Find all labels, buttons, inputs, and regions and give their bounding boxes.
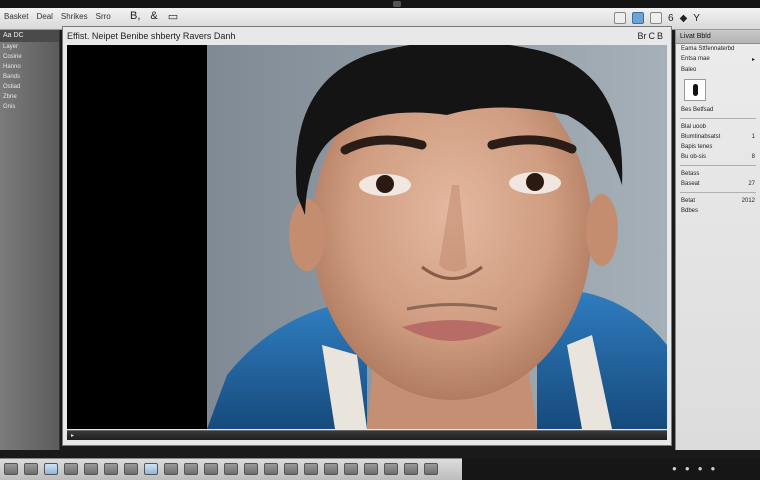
tray-icon[interactable]: ● (685, 464, 690, 473)
dock-icon[interactable] (384, 463, 398, 475)
dock-icon[interactable] (24, 463, 38, 475)
divider (680, 118, 756, 119)
bottom-bar: ● ● ● ● (462, 458, 760, 480)
property-row[interactable]: Betass (676, 169, 760, 179)
camera-icon (393, 1, 401, 7)
tray-icon[interactable]: ● (672, 464, 677, 473)
divider (680, 165, 756, 166)
right-panel-header: Livat Bbld (676, 30, 760, 44)
dock-icon-active[interactable] (144, 463, 158, 475)
brush-preview[interactable] (684, 79, 706, 101)
dock-icon[interactable] (424, 463, 438, 475)
top-bezel (0, 0, 760, 8)
menu-item[interactable]: Srro (96, 12, 111, 21)
dock-icon[interactable] (404, 463, 418, 475)
dock-icon[interactable] (164, 463, 178, 475)
pupil-left (376, 175, 394, 193)
tray-icon[interactable]: ● (698, 464, 703, 473)
document-control[interactable]: Br (637, 31, 646, 41)
property-row[interactable]: Bapis tenes (676, 142, 760, 152)
black-margin (67, 45, 207, 429)
image-canvas[interactable] (67, 45, 667, 429)
left-panel-item[interactable]: Gnis (0, 102, 59, 112)
pupil-right (526, 173, 544, 191)
left-panel-item[interactable]: Cosine (0, 52, 59, 62)
window-button[interactable] (614, 12, 626, 24)
dock-icon[interactable] (64, 463, 78, 475)
menu-item[interactable]: Shrikes (61, 12, 88, 21)
right-panel: Livat Bbld Eama Sttfennaterbd Entsa mae ▸… (675, 30, 760, 450)
dock-icon[interactable] (204, 463, 218, 475)
portrait-photo (67, 45, 667, 429)
settings-icon[interactable]: 6 (668, 13, 674, 24)
left-panel-header: Aa DC (0, 30, 59, 42)
property-row[interactable]: Blal uoob (676, 122, 760, 132)
property-row[interactable]: Baseat 27 (676, 179, 760, 189)
frame-icon[interactable]: ▭ (168, 10, 178, 23)
property-row[interactable]: Baleo (676, 65, 760, 75)
dock-icon[interactable] (104, 463, 118, 475)
dock-icon-active[interactable] (44, 463, 58, 475)
property-row[interactable]: Eama Sttfennaterbd (676, 44, 760, 54)
left-panel-item[interactable]: Layer (0, 42, 59, 52)
dock-icon[interactable] (344, 463, 358, 475)
status-arrow-icon[interactable]: ▸ (71, 432, 74, 439)
bottom-dock (0, 458, 462, 480)
dock-icon[interactable] (244, 463, 258, 475)
document-window: Effist. Neipet Benibe shberty Ravers Dan… (62, 26, 672, 446)
dock-icon[interactable] (284, 463, 298, 475)
ear-left (289, 199, 325, 271)
tray-icons: ● ● ● ● (672, 464, 715, 473)
dock-icon[interactable] (304, 463, 318, 475)
tool-glyphs: B, & ▭ (130, 10, 178, 23)
dock-icon[interactable] (224, 463, 238, 475)
dock-icon[interactable] (364, 463, 378, 475)
menu-item[interactable]: Basket (4, 12, 28, 21)
property-row[interactable]: Bu ob-sis 8 (676, 152, 760, 162)
left-panel-item[interactable]: Bands (0, 72, 59, 82)
dock-icon[interactable] (124, 463, 138, 475)
dock-icon[interactable] (324, 463, 338, 475)
dock-icon[interactable] (4, 463, 18, 475)
window-button-active[interactable] (632, 12, 644, 24)
ampersand-icon[interactable]: & (150, 10, 157, 23)
left-panel-item[interactable]: Ostiad (0, 82, 59, 92)
property-row[interactable]: Entsa mae ▸ (676, 54, 760, 65)
left-panel-item[interactable]: Zbne (0, 92, 59, 102)
left-panel-item[interactable]: Hanno (0, 62, 59, 72)
dock-icon[interactable] (84, 463, 98, 475)
menu-bar: Basket Deal Shrikes Srro (4, 12, 111, 21)
document-controls: Br C B (637, 31, 663, 41)
dock-icon[interactable] (184, 463, 198, 475)
property-row[interactable]: Bdbes (676, 206, 760, 216)
menu-item[interactable]: Deal (36, 12, 52, 21)
divider (680, 192, 756, 193)
window-controls: 6 ◆ Y (614, 12, 700, 24)
tray-icon[interactable]: ● (711, 464, 716, 473)
property-row[interactable]: Betat 2012 (676, 196, 760, 206)
document-status-bar: ▸ (67, 430, 667, 440)
dock-icon[interactable] (264, 463, 278, 475)
document-control[interactable]: B (657, 31, 663, 41)
left-panel: Aa DC Layer Cosine Hanno Bands Ostiad Zb… (0, 30, 60, 450)
document-title: Effist. Neipet Benibe shberty Ravers Dan… (67, 31, 236, 41)
document-control[interactable]: C (648, 31, 655, 41)
filter-icon[interactable]: Y (693, 13, 700, 24)
property-row[interactable]: Blumtinabsatst 1 (676, 132, 760, 142)
diamond-icon[interactable]: ◆ (680, 13, 688, 24)
property-row[interactable]: Bes Betfsad (676, 105, 760, 115)
ear-right (586, 194, 618, 266)
window-button[interactable] (650, 12, 662, 24)
brush-icon[interactable]: B, (130, 10, 140, 23)
